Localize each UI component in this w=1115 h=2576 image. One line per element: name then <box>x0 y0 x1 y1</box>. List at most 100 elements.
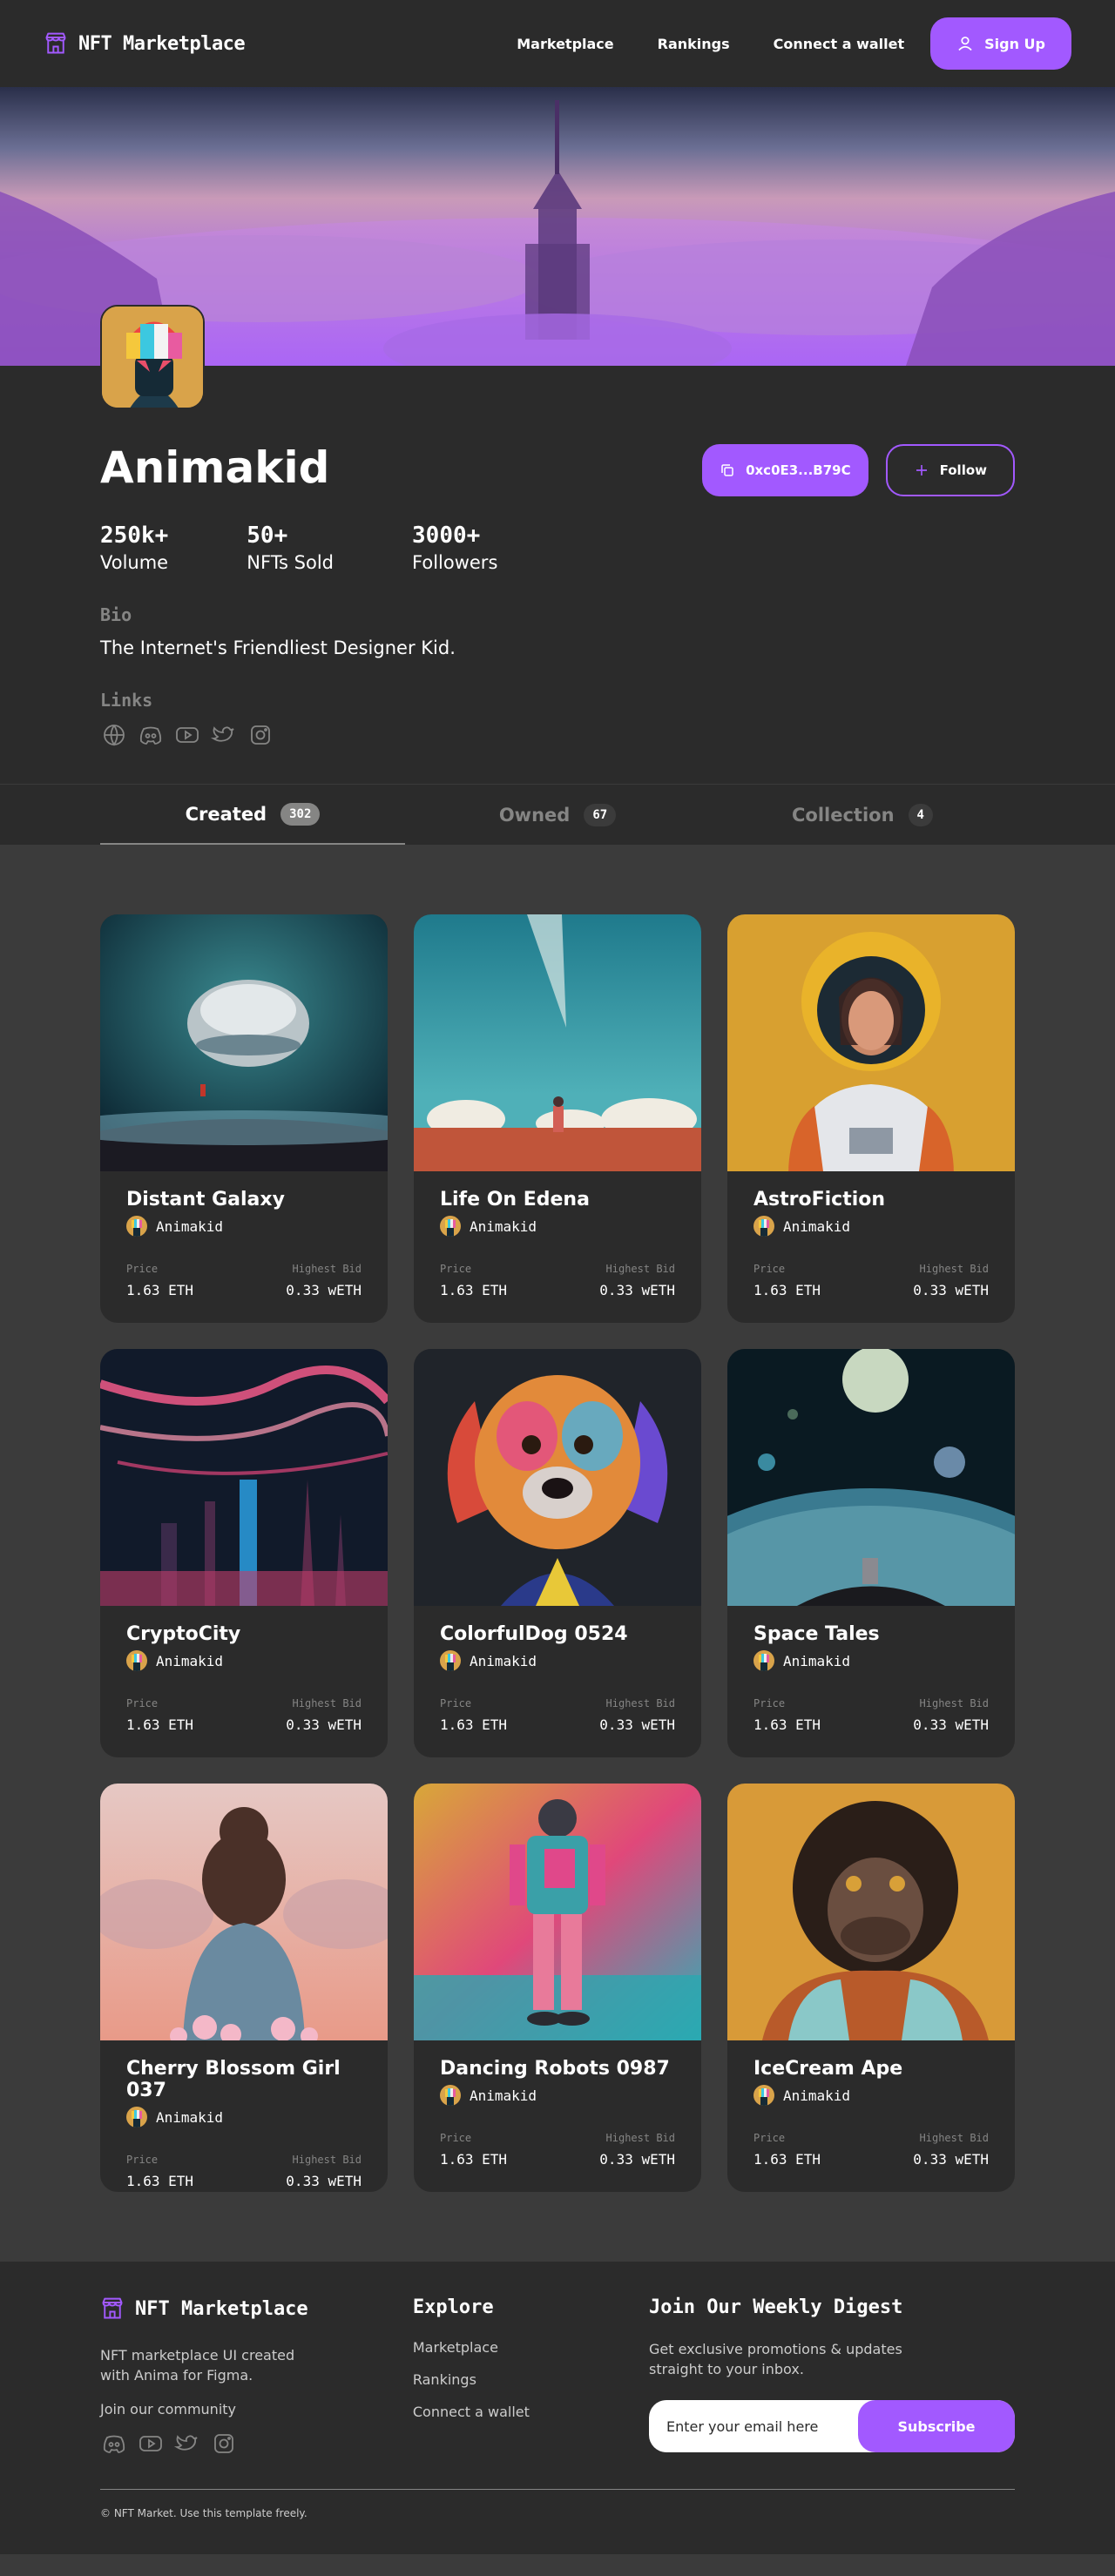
nft-title: IceCream Ape <box>753 2058 903 2080</box>
highest-bid-label: Highest Bid <box>605 1263 675 1275</box>
nft-image <box>100 914 388 1171</box>
nft-card[interactable]: Distant Galaxy Animakid Price 1.63 ETH Hi… <box>100 914 388 1323</box>
subscribe-button[interactable]: Subscribe <box>858 2400 1015 2453</box>
highest-bid-label: Highest Bid <box>919 2132 989 2144</box>
youtube-icon[interactable] <box>137 2430 165 2458</box>
nft-card[interactable]: Dancing Robots 0987 Animakid Price 1.63 E… <box>414 1784 701 2192</box>
follow-label: Follow <box>939 462 987 478</box>
price-value: 1.63 ETH <box>753 2151 821 2168</box>
footer-explore-column: Explore Marketplace Rankings Connect a w… <box>413 2296 649 2458</box>
discord-icon[interactable] <box>100 2430 128 2458</box>
footer-description: NFT marketplace UI created with Anima fo… <box>100 2347 295 2384</box>
price-value: 1.63 ETH <box>753 1282 821 1298</box>
community-label: Join our community <box>100 2401 236 2418</box>
newsletter-form: Subscribe <box>649 2400 1015 2453</box>
footer-link-connect-wallet[interactable]: Connect a wallet <box>413 2404 649 2420</box>
artist-name: Animakid <box>156 1217 224 1235</box>
nft-image <box>100 1349 388 1606</box>
nft-title: Distant Galaxy <box>126 1189 285 1210</box>
stat-value: 3000+ <box>412 523 481 549</box>
nft-artist: Animakid <box>440 2085 675 2106</box>
nft-card[interactable]: IceCream Ape Animakid Price 1.63 ETH High… <box>727 1784 1015 2192</box>
copyright-text: © NFT Market. Use this template freely. <box>100 2507 307 2520</box>
tab-label: Collection <box>792 804 895 826</box>
footer-brand-column: NFT Marketplace NFT marketplace UI creat… <box>100 2296 413 2458</box>
artist-avatar <box>100 305 205 409</box>
artist-name: Animakid <box>156 2108 224 2126</box>
footer-link-rankings[interactable]: Rankings <box>413 2371 649 2388</box>
stat-value: 250k+ <box>100 523 169 549</box>
artist-avatar-small <box>753 1216 774 1237</box>
nft-image <box>414 1784 701 2040</box>
footer-link-marketplace[interactable]: Marketplace <box>413 2339 649 2356</box>
nft-card[interactable]: ColorfulDog 0524 Animakid Price 1.63 ETH … <box>414 1349 701 1757</box>
nft-card[interactable]: Space Tales Animakid Price 1.63 ETH Highe… <box>727 1349 1015 1757</box>
instagram-icon[interactable] <box>210 2430 238 2458</box>
tab-created[interactable]: Created 302 <box>100 785 405 845</box>
nft-image <box>727 1784 1015 2040</box>
highest-bid-value: 0.33 wETH <box>286 2173 362 2189</box>
footer-social-links <box>100 2430 413 2458</box>
stat-followers: 3000+ Followers <box>412 523 497 573</box>
nft-card[interactable]: Cherry Blossom Girl 037 Animakid Price 1.… <box>100 1784 388 2192</box>
nft-artist: Animakid <box>126 2107 362 2128</box>
artist-name: Animakid <box>470 2087 537 2104</box>
twitter-icon[interactable] <box>210 721 238 749</box>
highest-bid-value: 0.33 wETH <box>913 2151 989 2168</box>
nft-grid: Distant Galaxy Animakid Price 1.63 ETH Hi… <box>0 845 1115 2262</box>
nft-card[interactable]: Life On Edena Animakid Price 1.63 ETH Hig… <box>414 914 701 1323</box>
price-value: 1.63 ETH <box>440 1282 508 1298</box>
stat-volume: 250k+ Volume <box>100 523 168 573</box>
price-label: Price <box>753 1697 786 1709</box>
plus-icon <box>916 465 927 475</box>
nav-link-connect-wallet[interactable]: Connect a wallet <box>756 36 922 52</box>
footer-brand-name: NFT Marketplace <box>135 2297 308 2320</box>
bio-heading: Bio <box>100 604 132 625</box>
artist-name: Animakid <box>100 442 330 493</box>
site-footer: NFT Marketplace NFT marketplace UI creat… <box>0 2262 1115 2555</box>
sign-up-button[interactable]: Sign Up <box>930 17 1071 70</box>
nft-image <box>414 914 701 1171</box>
follow-button[interactable]: Follow <box>885 444 1015 496</box>
tab-owned[interactable]: Owned 67 <box>405 785 710 845</box>
nav-link-rankings[interactable]: Rankings <box>640 36 747 52</box>
highest-bid-label: Highest Bid <box>605 1697 675 1709</box>
email-input[interactable] <box>649 2400 858 2453</box>
footer-divider <box>100 2489 1015 2491</box>
tab-label: Created <box>185 803 267 825</box>
nft-artist: Animakid <box>753 1216 989 1237</box>
twitter-icon[interactable] <box>173 2430 201 2458</box>
brand-logo[interactable]: NFT Marketplace <box>44 31 246 56</box>
nav-link-marketplace[interactable]: Marketplace <box>499 36 631 52</box>
tab-label: Owned <box>498 804 571 826</box>
highest-bid-value: 0.33 wETH <box>599 1716 675 1733</box>
nft-card[interactable]: AstroFiction Animakid Price 1.63 ETH High… <box>727 914 1015 1323</box>
youtube-icon[interactable] <box>173 721 201 749</box>
nft-image <box>100 1784 388 2040</box>
discord-icon[interactable] <box>137 721 165 749</box>
nft-image <box>727 914 1015 1171</box>
nft-artist: Animakid <box>753 2085 989 2106</box>
globe-icon[interactable] <box>100 721 128 749</box>
price-label: Price <box>440 2132 472 2144</box>
instagram-icon[interactable] <box>247 721 274 749</box>
copy-wallet-button[interactable]: 0xc0E3...B79C <box>702 444 868 496</box>
artist-profile: Animakid 0xc0E3...B79C Follow 250k+ Volu… <box>0 305 1115 784</box>
storefront-icon <box>102 2297 123 2319</box>
price-value: 1.63 ETH <box>126 1716 194 1733</box>
price-label: Price <box>126 1263 159 1275</box>
highest-bid-value: 0.33 wETH <box>913 1282 989 1298</box>
price-label: Price <box>126 2154 159 2166</box>
tab-collection[interactable]: Collection 4 <box>710 785 1015 845</box>
artist-name: Animakid <box>470 1217 537 1235</box>
footer-logo[interactable]: NFT Marketplace <box>100 2296 413 2321</box>
artist-name: Animakid <box>783 1652 851 1669</box>
nft-card[interactable]: CryptoCity Animakid Price 1.63 ETH Highes… <box>100 1349 388 1757</box>
price-label: Price <box>440 1263 472 1275</box>
highest-bid-label: Highest Bid <box>919 1697 989 1709</box>
artist-avatar-small <box>440 1216 461 1237</box>
bio-text: The Internet's Friendliest Designer Kid. <box>100 637 456 658</box>
explore-heading: Explore <box>412 2296 494 2318</box>
sign-up-label: Sign Up <box>984 35 1045 52</box>
nft-image <box>727 1349 1015 1606</box>
